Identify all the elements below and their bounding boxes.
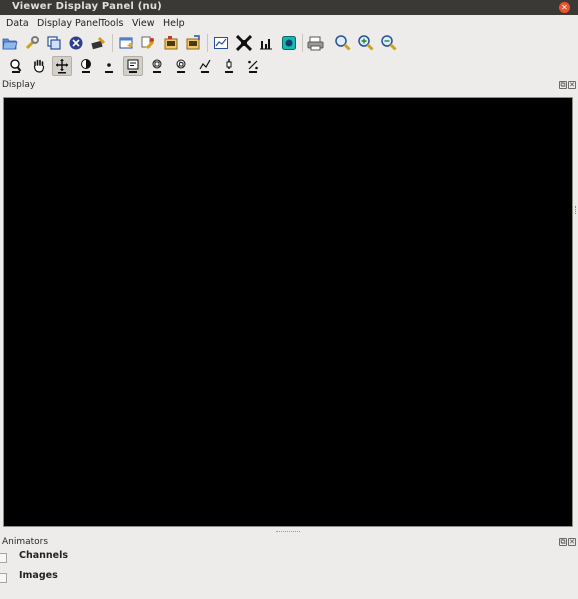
export-icon[interactable] xyxy=(183,33,203,53)
display-panel-title: Display xyxy=(2,80,36,90)
fullscreen-icon[interactable] xyxy=(234,33,254,53)
menu-tools[interactable]: Tools xyxy=(100,18,123,29)
menu-help[interactable]: Help xyxy=(163,18,185,29)
main-toolbar xyxy=(0,32,578,54)
menu-view[interactable]: View xyxy=(132,18,155,29)
zoom-out-icon[interactable] xyxy=(379,33,399,53)
ruler-tool-icon[interactable] xyxy=(243,56,263,76)
channels-label: Channels xyxy=(19,550,69,561)
panel-splitter[interactable] xyxy=(276,531,300,534)
mouse-tools-toolbar xyxy=(0,55,578,77)
display-close-button[interactable]: ✕ xyxy=(568,81,576,89)
toolbar-separator xyxy=(207,34,208,52)
menubar: Data Display Panel Tools View Help xyxy=(0,15,578,32)
data-options-icon[interactable] xyxy=(138,33,158,53)
menu-display-panel[interactable]: Display Panel xyxy=(37,18,101,29)
display-float-button[interactable]: ⧉ xyxy=(559,81,567,89)
display-panel-header: Display ⧉ ✕ xyxy=(0,79,578,92)
unregister-data-icon[interactable] xyxy=(66,33,86,53)
zoom-icon[interactable] xyxy=(333,33,353,53)
images-label: Images xyxy=(19,570,58,581)
zoom-in-icon[interactable] xyxy=(356,33,376,53)
animators-float-button[interactable]: ⧉ xyxy=(559,538,567,546)
channels-checkbox[interactable] xyxy=(0,553,7,563)
move-tool-icon[interactable] xyxy=(52,56,72,76)
toolbar-separator xyxy=(112,34,113,52)
window-close-button[interactable]: ✕ xyxy=(559,2,570,13)
pan-tool-icon[interactable] xyxy=(29,56,49,76)
save-image-icon[interactable] xyxy=(161,33,181,53)
zoom-tool-icon[interactable] xyxy=(6,56,26,76)
wrench-icon[interactable] xyxy=(22,33,42,53)
polygon-tool-icon[interactable] xyxy=(171,56,191,76)
images-checkbox[interactable] xyxy=(0,573,7,583)
print-icon[interactable] xyxy=(306,33,326,53)
menu-data[interactable]: Data xyxy=(6,18,29,29)
animators-panel-title: Animators xyxy=(2,537,49,547)
histogram-icon[interactable] xyxy=(256,33,276,53)
graph-icon[interactable] xyxy=(211,33,231,53)
point-tool-icon[interactable] xyxy=(99,56,119,76)
window-title: Viewer Display Panel (nu) xyxy=(12,1,162,12)
toolbar-separator xyxy=(302,34,303,52)
image-display-canvas[interactable] xyxy=(3,97,573,527)
animator-channels-row: Channels xyxy=(0,550,578,568)
color-wedge-icon[interactable] xyxy=(279,33,299,53)
copy-panel-icon[interactable] xyxy=(44,33,64,53)
animators-panel-header: Animators ⧉ ✕ xyxy=(0,536,578,549)
crosshair-tool-icon[interactable] xyxy=(219,56,239,76)
print-to-file-icon[interactable] xyxy=(88,33,108,53)
animators-close-button[interactable]: ✕ xyxy=(568,538,576,546)
annotation-tool-icon[interactable] xyxy=(123,56,143,76)
new-panel-icon[interactable] xyxy=(116,33,136,53)
window-titlebar: Viewer Display Panel (nu) ✕ xyxy=(0,0,578,15)
rectangle-tool-icon[interactable] xyxy=(147,56,167,76)
contrast-tool-icon[interactable] xyxy=(76,56,96,76)
polyline-tool-icon[interactable] xyxy=(195,56,215,76)
open-folder-icon[interactable] xyxy=(0,33,20,53)
animator-images-row: Images xyxy=(0,570,578,588)
